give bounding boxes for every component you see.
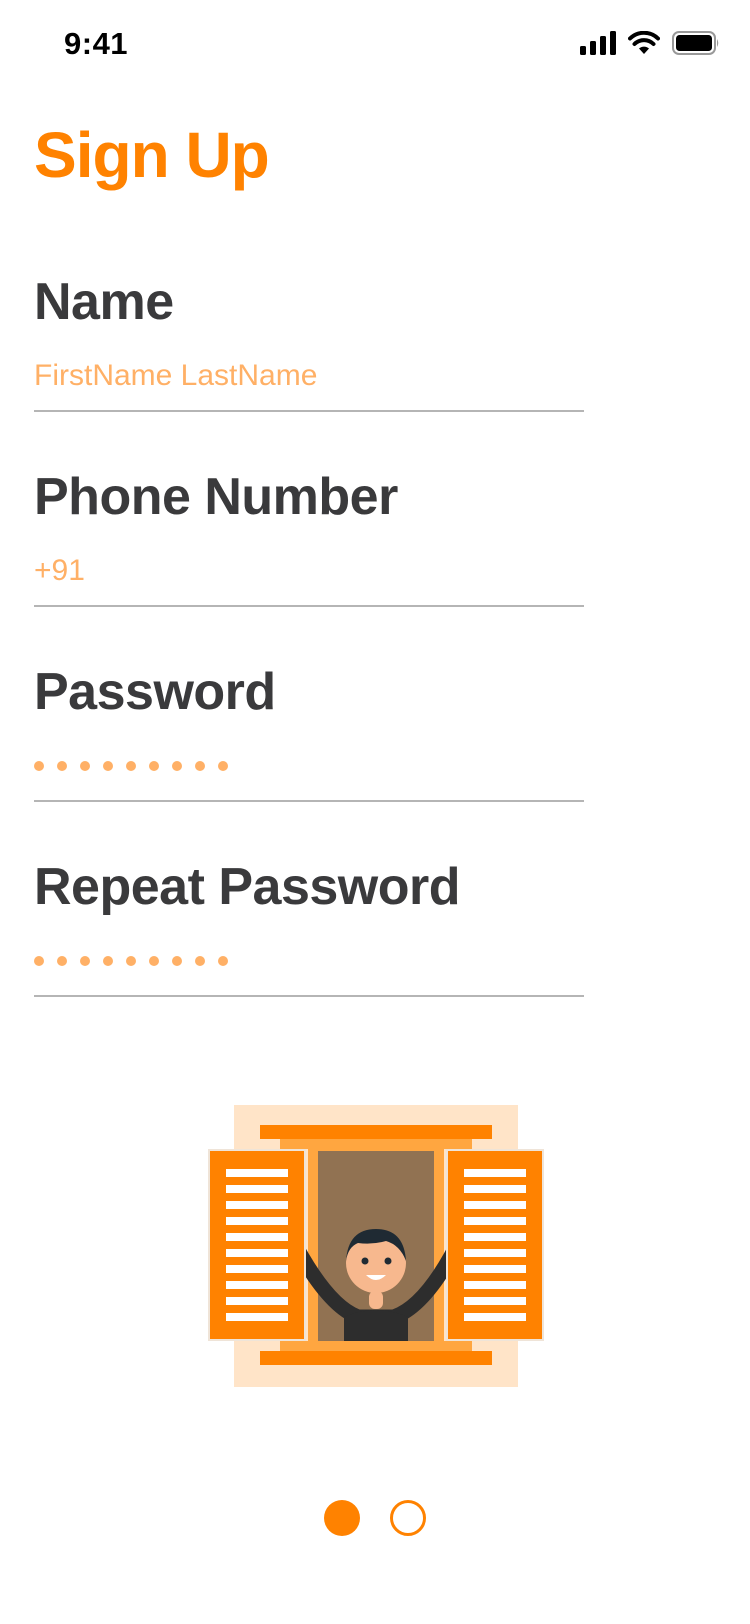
cellular-signal-icon [580,30,616,60]
page-title: Sign Up [34,119,270,191]
password-mask-dot [57,956,67,966]
password-mask-dot [218,761,228,771]
battery-icon [672,30,720,60]
phone-label: Phone Number [34,468,398,526]
password-mask-dot [172,956,182,966]
phone-input[interactable] [34,551,584,607]
password-mask-dot [149,761,159,771]
name-field-group: Name [34,272,584,412]
password-mask [34,746,584,786]
name-input[interactable] [34,356,584,412]
repeat-password-field-group: Repeat Password [34,857,584,997]
password-mask-dot [80,956,90,966]
password-mask-dot [126,956,136,966]
repeat-password-input[interactable] [34,941,584,997]
password-label: Password [34,663,276,721]
password-mask-dot [57,761,67,771]
password-mask-dot [149,956,159,966]
password-mask-dot [126,761,136,771]
window-person-illustration [208,1105,544,1387]
password-mask-dot [218,956,228,966]
status-time: 9:41 [64,26,129,61]
password-mask-dot [34,761,44,771]
page-dot-1[interactable] [324,1500,360,1536]
password-input[interactable] [34,746,584,802]
password-mask-dot [103,761,113,771]
phone-field-group: Phone Number [34,467,584,607]
password-mask-dot [103,956,113,966]
password-mask-dot [195,956,205,966]
password-mask-dot [195,761,205,771]
page-indicator [0,1500,750,1540]
password-mask-dot [172,761,182,771]
password-field-group: Password [34,662,584,802]
password-mask-dot [34,956,44,966]
page-dot-2[interactable] [390,1500,426,1536]
repeat-password-mask [34,941,584,981]
repeat-password-label: Repeat Password [34,858,461,916]
name-label: Name [34,273,174,331]
password-mask-dot [80,761,90,771]
status-bar: 9:41 [0,0,750,90]
wifi-icon [628,30,660,60]
status-icons [580,30,720,60]
